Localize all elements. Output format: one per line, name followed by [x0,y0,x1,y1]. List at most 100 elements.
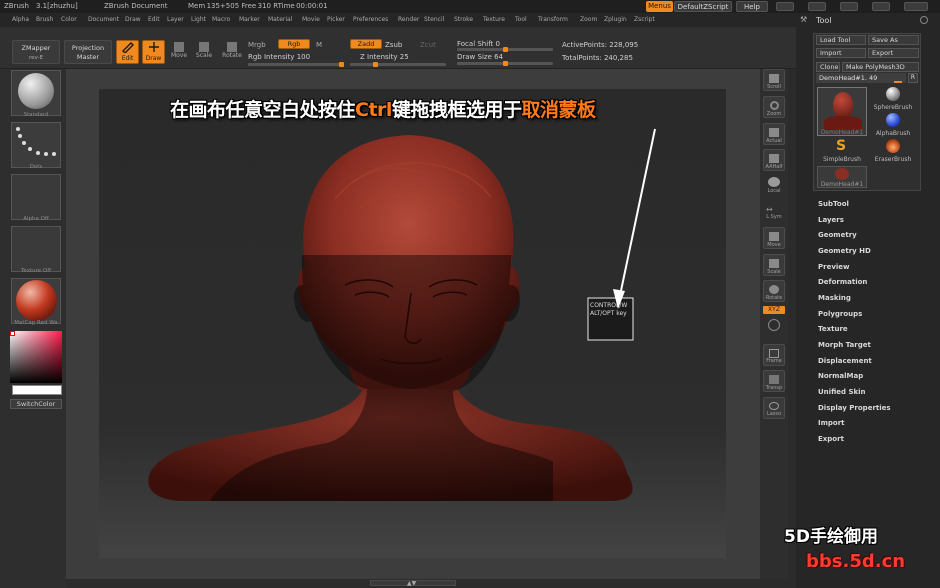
menu-alpha[interactable]: Alpha [12,13,29,27]
current-tool-slider[interactable]: DemoHead#1. 49 [816,73,906,83]
subtool-section[interactable]: SubTool [818,200,849,208]
save-icon[interactable] [840,2,858,11]
menu-draw[interactable]: Draw [125,13,141,27]
menu-color[interactable]: Color [61,13,77,27]
rgb-intensity-knob[interactable] [339,62,344,67]
eraser-brush-icon[interactable] [886,139,900,153]
secondary-color-swatch[interactable] [12,385,62,395]
masking-section[interactable]: Masking [818,294,851,302]
move-mode-button[interactable]: Move [168,42,190,64]
menu-stroke[interactable]: Stroke [454,13,473,27]
save-as-button[interactable]: Save As [868,35,919,45]
simple-brush-icon[interactable]: S [836,139,848,153]
rotate-mode-button[interactable]: Rotate [219,42,245,64]
minimize-icon[interactable] [808,2,826,11]
xyz-toggle[interactable]: XYZ [763,306,785,314]
deformation-section[interactable]: Deformation [818,278,867,286]
maximize-icon[interactable] [872,2,890,11]
zmapper-button[interactable]: ZMapper rev-E [12,40,60,64]
local-icon[interactable] [768,177,780,187]
switch-color-button[interactable]: SwitchColor [10,399,62,409]
draw-mode-button[interactable]: Draw [142,40,165,64]
menu-zoom[interactable]: Zoom [580,13,597,27]
draw-size-track[interactable] [457,61,553,66]
draw-size-knob[interactable] [503,61,508,66]
import-section[interactable]: Import [818,419,845,427]
menu-marker[interactable]: Marker [239,13,260,27]
export-tool-button[interactable]: Export [868,48,919,58]
menu-preferences[interactable]: Preferences [353,13,388,27]
menu-tool[interactable]: Tool [515,13,527,27]
refresh-icon[interactable] [920,16,928,24]
displacement-section[interactable]: Displacement [818,357,872,365]
sphere-brush-icon[interactable] [886,87,900,101]
export-section[interactable]: Export [818,435,844,443]
scale-mode-button[interactable]: Scale [193,42,215,64]
draw-size-slider[interactable]: Draw Size 64 [457,53,503,61]
menu-macro[interactable]: Macro [212,13,230,27]
focal-shift-knob[interactable] [503,47,508,52]
z-intensity-track[interactable] [350,62,446,67]
color-picker[interactable] [10,331,62,383]
load-tool-button[interactable]: Load Tool [816,35,866,45]
menus-button[interactable]: Menus [646,1,673,12]
projection-master-button[interactable]: Projection Master [64,40,112,64]
lsym-icon[interactable]: ↔ [766,205,773,214]
mrgb-toggle[interactable]: Mrgb [248,41,266,49]
alpha-brush-icon[interactable] [886,113,900,127]
menu-layer[interactable]: Layer [167,13,184,27]
menu-zplugin[interactable]: Zplugin [604,13,627,27]
zcut-toggle[interactable]: Zcut [420,41,436,49]
current-tool-knob[interactable] [894,81,902,83]
unified-skin-section[interactable]: Unified Skin [818,388,866,396]
focal-shift-slider[interactable]: Focal Shift 0 [457,40,500,48]
menu-light[interactable]: Light [191,13,206,27]
bottom-tray-handle[interactable]: ▲▼ [370,580,456,587]
geometry-section[interactable]: Geometry [818,231,857,239]
rgb-intensity-track[interactable] [248,62,344,67]
geometry-hd-section[interactable]: Geometry HD [818,247,871,255]
menu-zscript[interactable]: Zscript [634,13,655,27]
make-polymesh-button[interactable]: Make PolyMesh3D [842,62,919,72]
menu-movie[interactable]: Movie [302,13,320,27]
menu-edit[interactable]: Edit [148,13,160,27]
z-intensity-knob[interactable] [373,62,378,67]
menu-document[interactable]: Document [88,13,119,27]
display-properties-section[interactable]: Display Properties [818,404,891,412]
z-intensity-slider[interactable]: Z Intensity 25 [360,53,409,61]
alpha-selector[interactable] [11,174,61,220]
menu-texture[interactable]: Texture [483,13,505,27]
r-button[interactable]: R [908,73,918,83]
polygroups-section[interactable]: Polygroups [818,310,862,318]
document-canvas[interactable]: CONTROL/W ALT/OPT key [99,89,726,558]
default-zscript-button[interactable]: DefaultZScript [674,1,732,12]
texture-selector[interactable] [11,226,61,272]
import-tool-button[interactable]: Import [816,48,866,58]
layers-section[interactable]: Layers [818,216,844,224]
menu-picker[interactable]: Picker [327,13,345,27]
rgb-toggle[interactable]: Rgb [278,39,310,49]
preview-section[interactable]: Preview [818,263,850,271]
color-picker-cursor[interactable] [10,331,15,336]
rgb-intensity-slider[interactable]: Rgb Intensity 100 [248,53,310,61]
menu-transform[interactable]: Transform [538,13,568,27]
normalmap-section[interactable]: NormalMap [818,372,863,380]
zsub-toggle[interactable]: Zsub [385,41,402,49]
help-button[interactable]: Help [736,1,768,12]
close-icon[interactable] [904,2,928,11]
menu-brush[interactable]: Brush [36,13,53,27]
menu-material[interactable]: Material [268,13,292,27]
edit-mode-button[interactable]: Edit [116,40,139,64]
rotation-axis-icon[interactable] [768,319,780,331]
focal-shift-track[interactable] [457,47,553,52]
clone-button[interactable]: Clone [816,62,840,72]
material-selector[interactable] [11,278,61,324]
m-toggle[interactable]: M [316,41,322,49]
stroke-selector[interactable] [11,122,61,168]
morph-target-section[interactable]: Morph Target [818,341,871,349]
brush-selector[interactable] [11,70,61,116]
zadd-toggle[interactable]: Zadd [350,39,382,49]
menu-render[interactable]: Render [398,13,419,27]
menu-stencil[interactable]: Stencil [424,13,444,27]
layout-button[interactable] [776,2,794,11]
